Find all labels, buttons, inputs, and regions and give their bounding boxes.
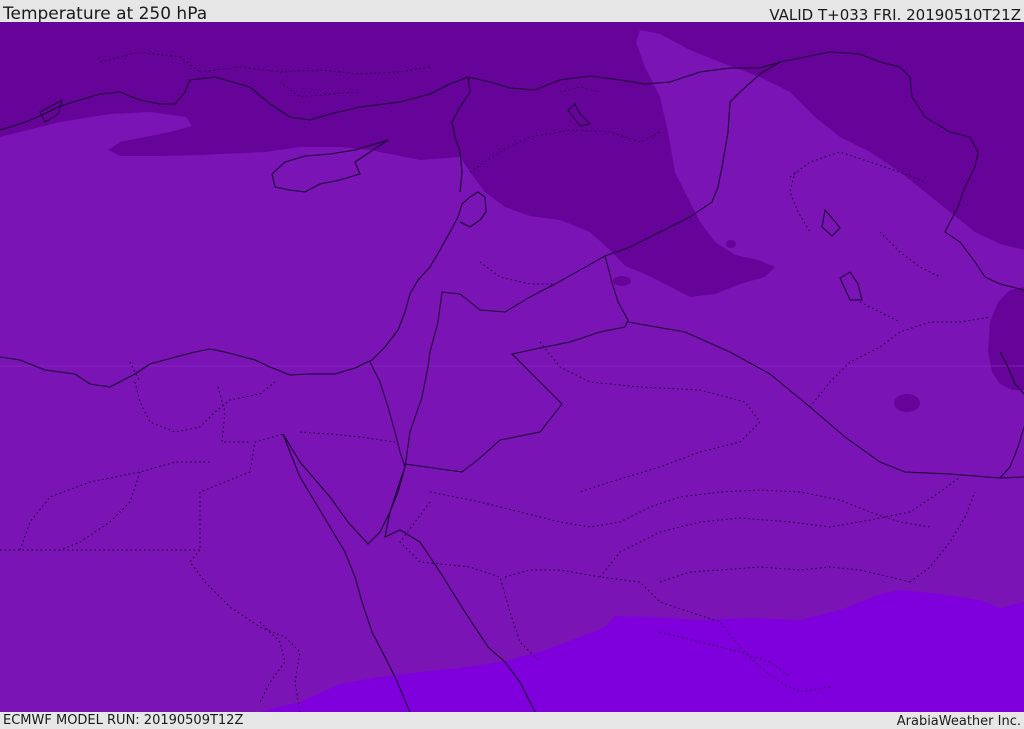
header-bar: Temperature at 250 hPa VALID T+033 FRI. … <box>0 0 1024 24</box>
footer-bar: ECMWF MODEL RUN: 20190509T12Z ArabiaWeat… <box>0 712 1024 729</box>
credit-label: ArabiaWeather Inc. <box>896 714 1021 729</box>
weather-map-frame: Temperature at 250 hPa VALID T+033 FRI. … <box>0 0 1024 729</box>
cold-pocket-syria <box>613 276 631 286</box>
cold-pocket-east <box>894 394 920 412</box>
cold-pocket-iraq <box>726 240 736 248</box>
model-run-label: ECMWF MODEL RUN: 20190509T12Z <box>3 713 244 728</box>
temperature-map[interactable] <box>0 22 1024 712</box>
